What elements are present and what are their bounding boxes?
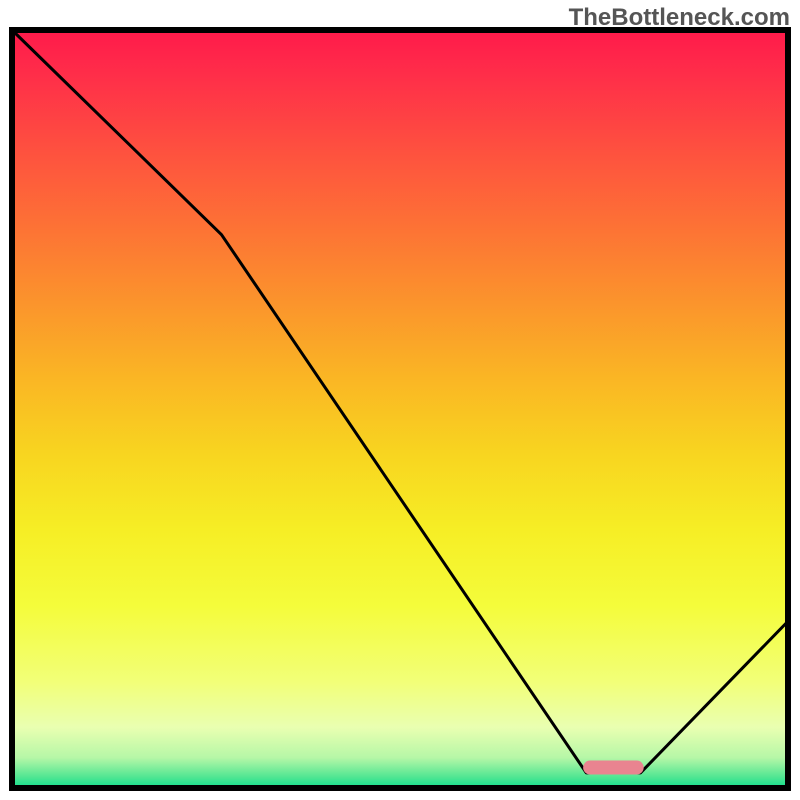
bottleneck-chart: TheBottleneck.com [0,0,800,800]
chart-svg [0,0,800,800]
